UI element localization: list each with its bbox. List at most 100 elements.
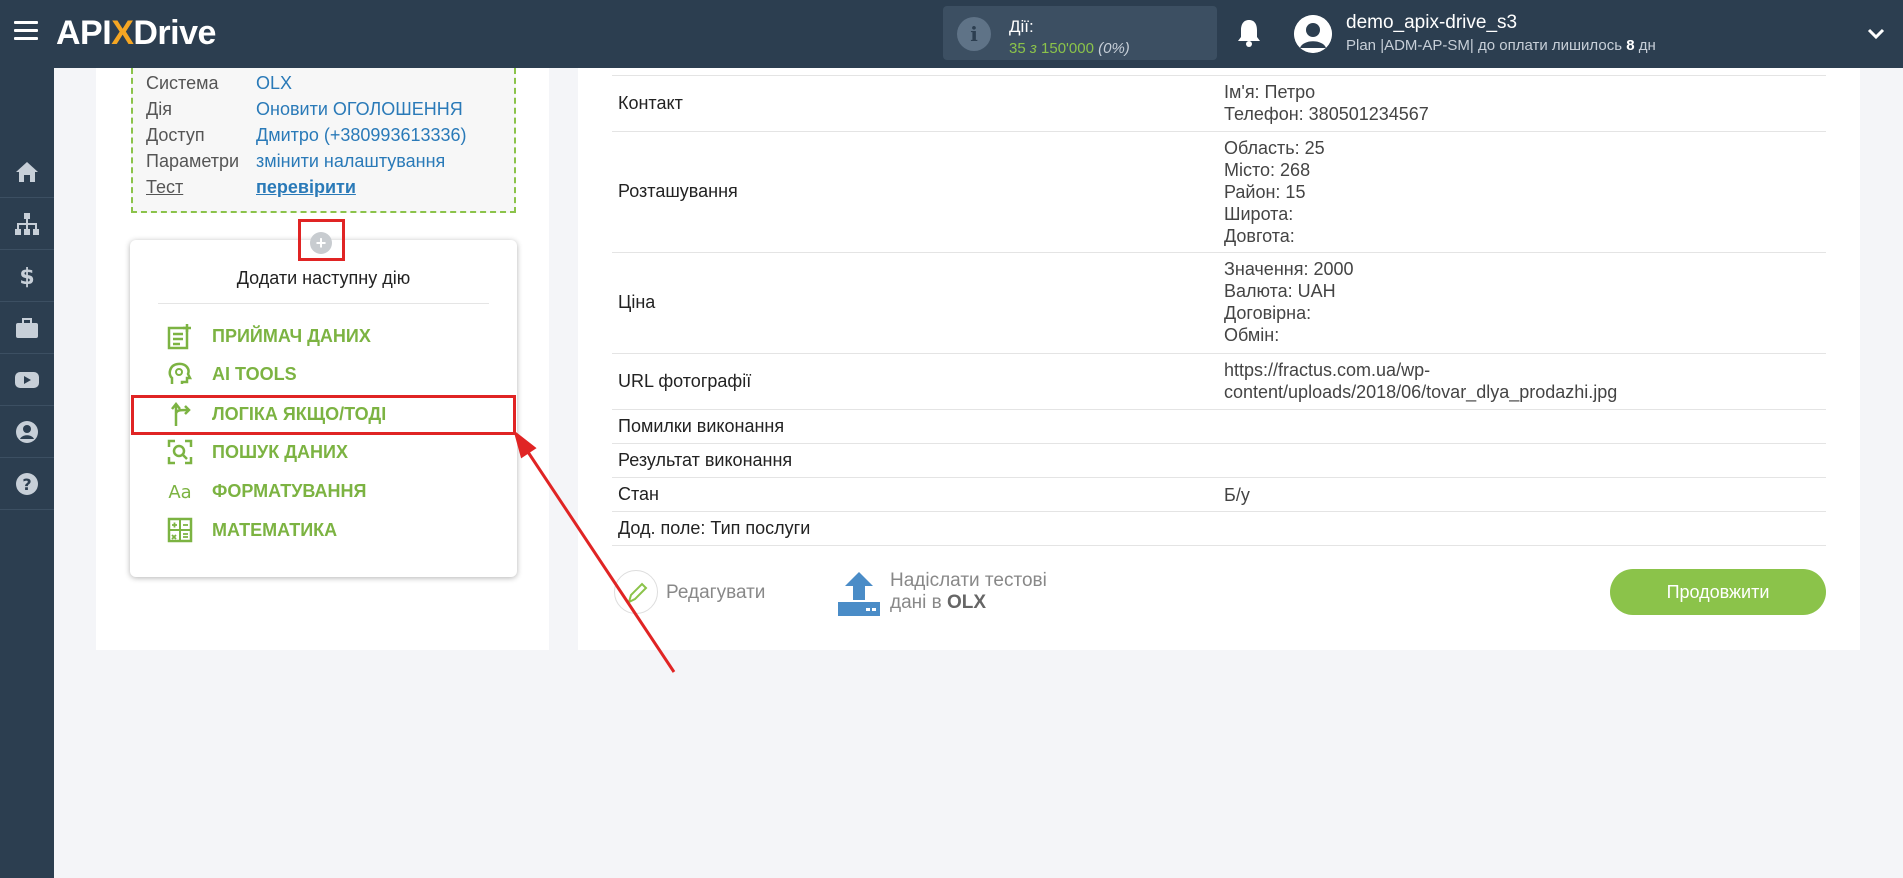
actions-sep: з [1029,40,1037,57]
send-label-target: OLX [947,592,987,613]
add-item-label: МАТЕМАТИКА [212,519,338,540]
apix-drive-logo[interactable]: API X Drive [56,14,216,53]
user-name[interactable]: demo_apix-drive_s3 [1346,12,1517,34]
conn-key-action: Дія [146,99,172,119]
send-label-line2: дані в OLX [890,592,1047,614]
user-icon[interactable] [0,406,54,458]
home-icon[interactable] [0,146,54,198]
chevron-down-icon[interactable] [1866,24,1886,44]
plan-days-unit: дн [1638,37,1656,54]
row-value: Ім'я: Петро Телефон: 380501234567 [1224,81,1429,125]
actions-total: 150'000 [1041,40,1094,57]
svg-text:?: ? [22,475,31,494]
conn-value-test-link[interactable]: перевірити [256,177,356,198]
row-value-line: Широта: [1224,204,1294,224]
logo-text-drive: Drive [133,14,216,52]
conn-key-access: Доступ [146,125,205,145]
row-value-line: Обмін: [1224,325,1280,345]
top-header: API X Drive i Дії: 35 з 150'000 (0%) demo_… [0,0,1903,68]
add-item-data-receiver[interactable]: ПРИЙМАЧ ДАНИХ [164,318,504,354]
add-item-label: ПРИЙМАЧ ДАНИХ [212,325,371,346]
briefcase-icon[interactable] [0,302,54,354]
add-item-label: ПОШУК ДАНИХ [212,441,348,462]
row-key: Розташування [618,181,738,201]
row-value-line: Договірна: [1224,303,1312,323]
row-value-line: Місто: 268 [1224,160,1311,180]
row-value-line: Телефон: 380501234567 [1224,104,1429,124]
menu-hamburger-icon[interactable] [14,21,38,45]
row-value: Б/у [1224,484,1250,506]
svg-text:Aa: Aa [168,482,191,503]
edit-label: Редагувати [666,582,766,603]
plan-text: Plan |ADM-AP-SM| до оплати лишилось [1346,37,1623,54]
add-action-title: Додати наступну дію [236,268,411,288]
row-value-line: Валюта: UAH [1224,281,1336,301]
table-row: Помилки виконання [612,410,1826,444]
conn-key-test: Тест [146,177,184,197]
send-test-data-button[interactable]: Надіслати тестові дані в OLX [836,568,1076,618]
add-item-math[interactable]: МАТЕМАТИКА [164,512,504,548]
conn-value-action[interactable]: Оновити ОГОЛОШЕННЯ [256,99,463,120]
svg-text:$: $ [19,265,34,289]
table-row: Стан Б/у [612,478,1826,512]
upload-icon [838,572,880,616]
actions-used: 35 [1009,40,1026,57]
sitemap-icon[interactable] [0,198,54,250]
user-plan: Plan |ADM-AP-SM| до оплати лишилось 8 дн [1346,37,1656,54]
logo-text-x: X [111,14,134,52]
table-row: Контакт Ім'я: Петро Телефон: 38050123456… [612,76,1826,132]
dollar-icon[interactable]: $ [0,250,54,302]
row-value-line: Б/у [1224,485,1250,505]
actions-label: Дії: [1009,17,1034,36]
logo-text-api: API [56,14,112,52]
row-value: https://fractus.com.ua/wp- content/uploa… [1224,359,1617,403]
row-value-line: Область: 25 [1224,138,1325,158]
row-key: Контакт [618,93,683,113]
table-row: URL фотографії https://fractus.com.ua/wp… [612,354,1826,410]
youtube-icon[interactable] [0,354,54,406]
row-value: Значення: 2000 Валюта: UAH Договірна: Об… [1224,258,1354,346]
add-item-formatting[interactable]: Aa ФОРМАТУВАННЯ [164,473,504,509]
actions-counter[interactable]: i Дії: 35 з 150'000 (0%) [943,6,1217,60]
row-key: Результат виконання [618,450,793,470]
help-icon[interactable]: ? [0,458,54,510]
receiver-icon [164,320,196,352]
add-item-data-search[interactable]: ПОШУК ДАНИХ [164,434,504,470]
continue-button[interactable]: Продовжити [1610,569,1826,615]
highlight-frame-plus [298,219,345,261]
bell-icon[interactable] [1236,18,1262,48]
table-row: Результат виконання [612,444,1826,478]
format-icon: Aa [164,475,196,507]
row-value-line: Довгота: [1224,226,1295,246]
add-item-ai-tools[interactable]: AI TOOLS [164,356,504,392]
ai-head-icon [164,358,196,390]
add-item-label: AI TOOLS [212,363,297,384]
row-key: Дод. поле: Тип послуги [618,518,811,538]
table-row: Розташування Область: 25 Місто: 268 Райо… [612,132,1826,253]
row-value-line: Ім'я: Петро [1224,82,1316,102]
row-key: Помилки виконання [618,416,785,436]
actions-percent: (0%) [1098,40,1130,57]
calculator-icon [164,514,196,546]
plan-days: 8 [1626,37,1635,54]
conn-key-params: Параметри [146,151,240,171]
conn-value-access[interactable]: Дмитро (+380993613336) [256,125,467,146]
send-test-label: Надіслати тестові дані в OLX [890,570,1047,614]
conn-value-params[interactable]: змінити налаштування [256,151,445,172]
divider [158,303,489,304]
row-key: Стан [618,484,659,504]
user-avatar-icon[interactable] [1294,15,1332,53]
conn-value-system[interactable]: OLX [256,73,292,94]
conn-key-system: Система [146,73,219,93]
row-value-line[interactable]: https://fractus.com.ua/wp- [1224,359,1617,381]
sidebar: $ ? [0,68,54,878]
info-icon: i [957,17,991,51]
row-value-line[interactable]: content/uploads/2018/06/tovar_dlya_proda… [1224,381,1617,403]
table-row: Ціна Значення: 2000 Валюта: UAH Договірн… [612,253,1826,354]
highlight-frame-logic [131,395,516,435]
search-data-icon [164,436,196,468]
send-label-line1: Надіслати тестові [890,570,1047,591]
row-value-line: Район: 15 [1224,182,1306,202]
row-value-line: Значення: 2000 [1224,259,1354,279]
add-item-label: ФОРМАТУВАННЯ [212,480,367,501]
